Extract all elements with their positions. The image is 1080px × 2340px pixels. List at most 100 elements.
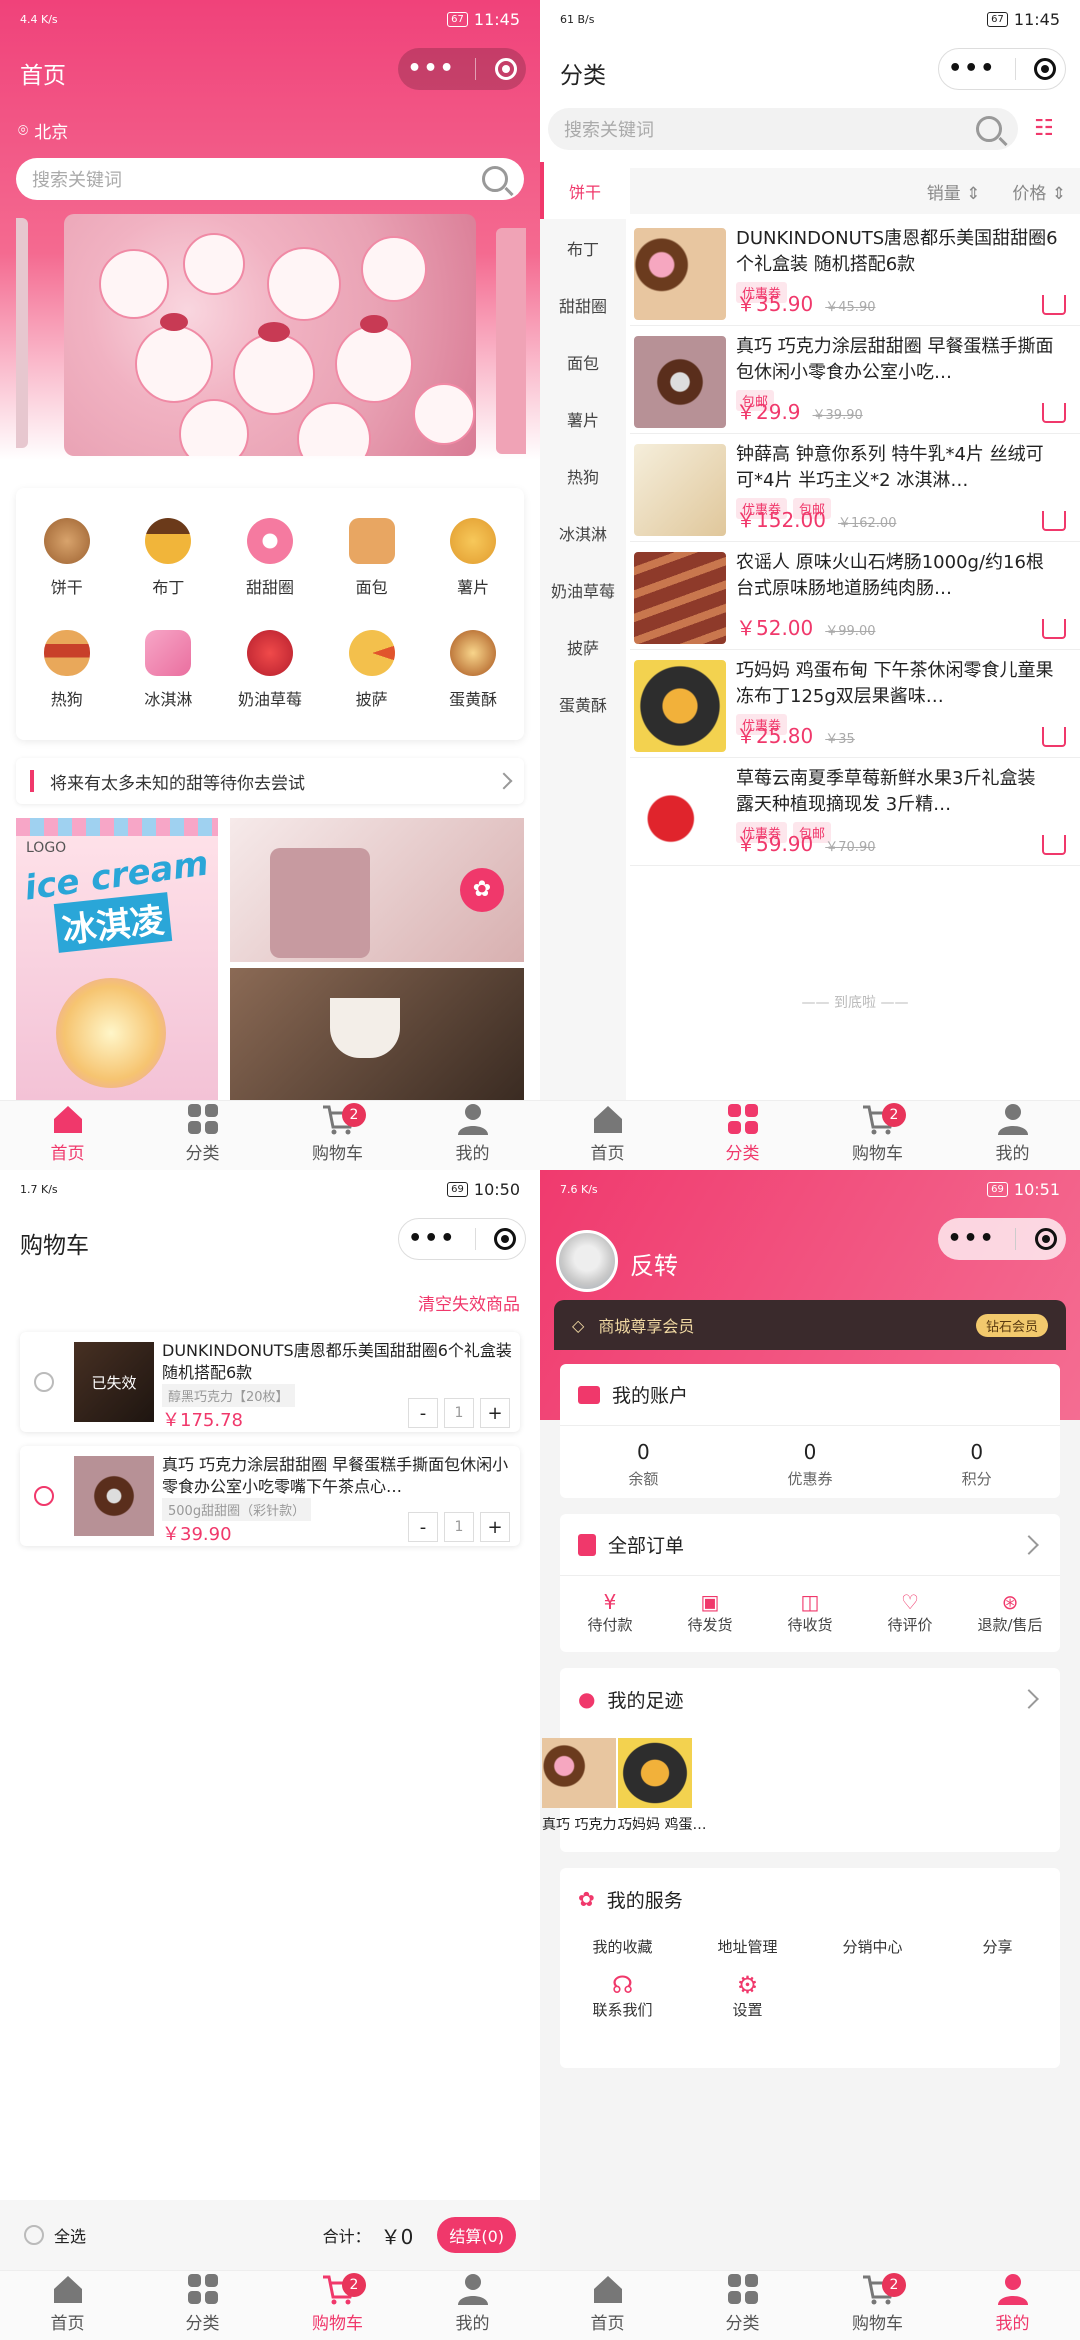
search-input[interactable]: 搜索关键词: [16, 158, 524, 200]
checkout-button[interactable]: 结算(0): [437, 2217, 516, 2253]
service-address[interactable]: 地址管理: [685, 1936, 810, 1957]
clear-invalid-button[interactable]: 清空失效商品: [418, 1290, 520, 1315]
nav-item[interactable]: 冰淇淋: [540, 504, 626, 561]
service-contact[interactable]: ☊ 联系我们: [560, 1971, 685, 2020]
product-item[interactable]: 钟薛高 钟意你系列 特牛乳*4片 丝绒可可*4片 半巧主义*2 冰淇淋… 优惠券…: [630, 434, 1080, 542]
product-item[interactable]: DUNKINDONUTS唐恩都乐美国甜甜圈6个礼盒装 随机搭配6款 优惠券 ￥3…: [630, 218, 1080, 326]
add-to-cart-icon[interactable]: [1042, 295, 1066, 315]
tab-cart[interactable]: 2 购物车: [270, 2271, 405, 2340]
tab-category[interactable]: 分类: [675, 1101, 810, 1170]
notice-bar[interactable]: 将来有太多未知的甜等待你去尝试: [16, 758, 524, 804]
tab-home[interactable]: 首页: [540, 2271, 675, 2340]
floating-menu-button[interactable]: ✿: [460, 868, 504, 912]
minus-button[interactable]: -: [408, 1512, 438, 1542]
category-pudding[interactable]: 布丁: [118, 502, 220, 614]
add-to-cart-icon[interactable]: [1042, 511, 1066, 531]
more-button[interactable]: •••: [408, 1228, 456, 1250]
tab-home[interactable]: 首页: [0, 1101, 135, 1170]
plus-button[interactable]: +: [480, 1398, 510, 1428]
service-distribution[interactable]: 分销中心: [810, 1936, 935, 1957]
tab-mine[interactable]: 我的: [405, 1101, 540, 1170]
order-pending-payment[interactable]: ¥ 待付款: [560, 1590, 660, 1635]
service-share[interactable]: 分享: [935, 1936, 1060, 1957]
sort-price[interactable]: 价格 ⇕: [1012, 179, 1066, 204]
footprint-item[interactable]: 真巧 巧克力…: [542, 1738, 630, 1834]
more-button[interactable]: •••: [948, 58, 996, 80]
all-orders-link[interactable]: 全部订单: [560, 1514, 1060, 1576]
service-settings[interactable]: ⚙ 设置: [685, 1971, 810, 2020]
search-input[interactable]: 搜索关键词: [548, 108, 1018, 150]
miniapp-capsule[interactable]: •••: [938, 1218, 1066, 1260]
close-button[interactable]: [493, 1228, 516, 1250]
sort-sales[interactable]: 销量 ⇕: [927, 179, 981, 204]
cart-item[interactable]: 真巧 巧克力涂层甜甜圈 早餐蛋糕手撕面包休闲小零食办公室小吃零嘴下午茶点心… 5…: [20, 1446, 520, 1546]
add-to-cart-icon[interactable]: [1042, 403, 1066, 423]
avatar[interactable]: [556, 1230, 618, 1292]
quantity-stepper[interactable]: -1 +: [408, 1512, 510, 1542]
layout-switch-icon[interactable]: ☷: [1034, 116, 1054, 141]
footprint-item[interactable]: 巧妈妈 鸡蛋…: [618, 1738, 706, 1834]
nav-item[interactable]: 甜甜圈: [540, 276, 626, 333]
category-icecream[interactable]: 冰淇淋: [118, 614, 220, 726]
nav-item[interactable]: 奶油草莓: [540, 561, 626, 618]
tab-mine[interactable]: 我的: [945, 2271, 1080, 2340]
tab-home[interactable]: 首页: [0, 2271, 135, 2340]
order-pending-receipt[interactable]: ◫ 待收货: [760, 1590, 860, 1635]
category-eggyolk-pastry[interactable]: 蛋黄酥: [422, 614, 524, 726]
more-button[interactable]: •••: [947, 1228, 995, 1250]
category-hotdog[interactable]: 热狗: [16, 614, 118, 726]
category-pizza[interactable]: 披萨: [321, 614, 423, 726]
coupon-stat[interactable]: 0 优惠券: [727, 1440, 894, 1489]
order-pending-shipment[interactable]: ▣ 待发货: [660, 1590, 760, 1635]
order-pending-review[interactable]: ♡ 待评价: [860, 1590, 960, 1635]
product-item[interactable]: 真巧 巧克力涂层甜甜圈 早餐蛋糕手撕面包休闲小零食办公室小吃… 包邮 ￥29.9…: [630, 326, 1080, 434]
nav-item[interactable]: 布丁: [540, 219, 626, 276]
product-item[interactable]: 农谣人 原味火山石烤肠1000g/约16根台式原味肠地道肠纯肉肠… ￥52.00…: [630, 542, 1080, 650]
quantity-stepper[interactable]: -1 +: [408, 1398, 510, 1428]
nav-item[interactable]: 热狗: [540, 447, 626, 504]
tab-category[interactable]: 分类: [135, 2271, 270, 2340]
item-checkbox[interactable]: [34, 1486, 54, 1506]
tab-mine[interactable]: 我的: [405, 2271, 540, 2340]
tab-cart[interactable]: 2 购物车: [810, 1101, 945, 1170]
minus-button[interactable]: -: [408, 1398, 438, 1428]
plus-button[interactable]: +: [480, 1512, 510, 1542]
tab-category[interactable]: 分类: [675, 2271, 810, 2340]
product-item[interactable]: 巧妈妈 鸡蛋布甸 下午茶休闲零食儿童果冻布丁125g双层果酱味… 优惠券 ￥25…: [630, 650, 1080, 758]
search-icon[interactable]: [976, 116, 1002, 142]
promo-cake[interactable]: ✿: [230, 818, 524, 962]
miniapp-capsule[interactable]: •••: [938, 48, 1066, 90]
balance-stat[interactable]: 0 余额: [560, 1440, 727, 1489]
category-donut[interactable]: 甜甜圈: [219, 502, 321, 614]
nav-item[interactable]: 披萨: [540, 618, 626, 675]
search-icon[interactable]: [482, 166, 508, 192]
tab-category[interactable]: 分类: [135, 1101, 270, 1170]
nav-item[interactable]: 饼干: [540, 162, 626, 219]
member-bar[interactable]: ◇ 商城尊享会员 钻石会员: [554, 1300, 1066, 1350]
close-button[interactable]: [494, 58, 517, 80]
category-strawberry[interactable]: 奶油草莓: [219, 614, 321, 726]
service-favorites[interactable]: 我的收藏: [560, 1936, 685, 1957]
banner-image[interactable]: [64, 214, 476, 456]
category-chips[interactable]: 薯片: [422, 502, 524, 614]
category-biscuit[interactable]: 饼干: [16, 502, 118, 614]
tab-cart[interactable]: 2 购物车: [270, 1101, 405, 1170]
add-to-cart-icon[interactable]: [1042, 619, 1066, 639]
more-button[interactable]: •••: [407, 58, 455, 80]
nav-item[interactable]: 薯片: [540, 390, 626, 447]
item-checkbox[interactable]: [34, 1372, 54, 1392]
nav-item[interactable]: 面包: [540, 333, 626, 390]
miniapp-capsule[interactable]: •••: [398, 48, 526, 90]
promo-coffee[interactable]: [230, 968, 524, 1100]
footprint-link[interactable]: ● 我的足迹: [560, 1668, 1060, 1730]
location[interactable]: ⌾ 北京: [18, 118, 68, 144]
miniapp-capsule[interactable]: •••: [398, 1218, 526, 1260]
promo-icecream[interactable]: LOGO ice cream 冰淇凌: [16, 818, 218, 1100]
select-all-checkbox[interactable]: [24, 2225, 44, 2245]
tab-mine[interactable]: 我的: [945, 1101, 1080, 1170]
close-button[interactable]: [1034, 1228, 1057, 1250]
points-stat[interactable]: 0 积分: [893, 1440, 1060, 1489]
nav-item[interactable]: 蛋黄酥: [540, 675, 626, 732]
add-to-cart-icon[interactable]: [1042, 835, 1066, 855]
cart-item-invalid[interactable]: 已失效 DUNKINDONUTS唐恩都乐美国甜甜圈6个礼盒装 随机搭配6款 醇黑…: [20, 1332, 520, 1432]
